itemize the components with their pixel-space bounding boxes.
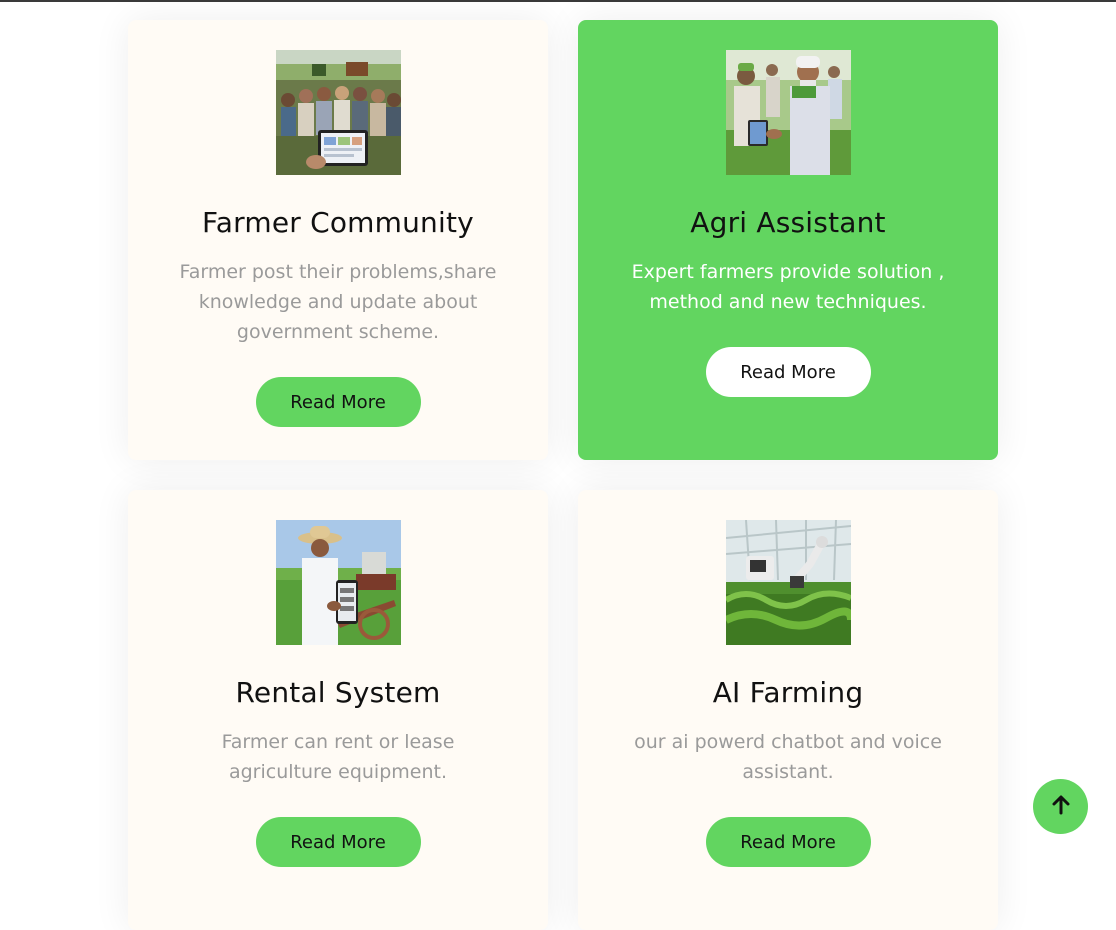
service-card-rental-system: Rental System Farmer can rent or lease a… (128, 490, 548, 930)
arrow-up-icon (1050, 794, 1072, 820)
read-more-button[interactable]: Read More (705, 347, 871, 397)
farmers-with-tablet-photo (725, 50, 851, 175)
read-more-button[interactable]: Read More (255, 377, 421, 427)
card-title: Rental System (235, 676, 441, 709)
services-grid: Farmer Community Farmer post their probl… (128, 20, 998, 930)
read-more-button[interactable]: Read More (255, 817, 421, 867)
service-card-agri-assistant: Agri Assistant Expert farmers provide so… (578, 20, 998, 460)
card-title: Farmer Community (202, 206, 474, 239)
read-more-button[interactable]: Read More (705, 817, 871, 867)
card-description: our ai powerd chatbot and voice assistan… (634, 731, 942, 783)
card-title: AI Farming (712, 676, 864, 709)
card-description: Farmer post their problems,share knowled… (179, 261, 497, 343)
farmer-group-with-tablet-photo (275, 50, 401, 175)
card-description: Farmer can rent or lease agriculture equ… (221, 731, 455, 783)
card-title: Agri Assistant (690, 206, 886, 239)
greenhouse-robot-arm-photo (725, 520, 851, 645)
top-border (0, 0, 1116, 2)
card-description: Expert farmers provide solution , method… (631, 261, 945, 313)
scroll-to-top-button[interactable] (1033, 779, 1088, 834)
service-card-farmer-community: Farmer Community Farmer post their probl… (128, 20, 548, 460)
service-card-ai-farming: AI Farming our ai powerd chatbot and voi… (578, 490, 998, 930)
farmer-with-phone-tractor-photo (275, 520, 401, 645)
